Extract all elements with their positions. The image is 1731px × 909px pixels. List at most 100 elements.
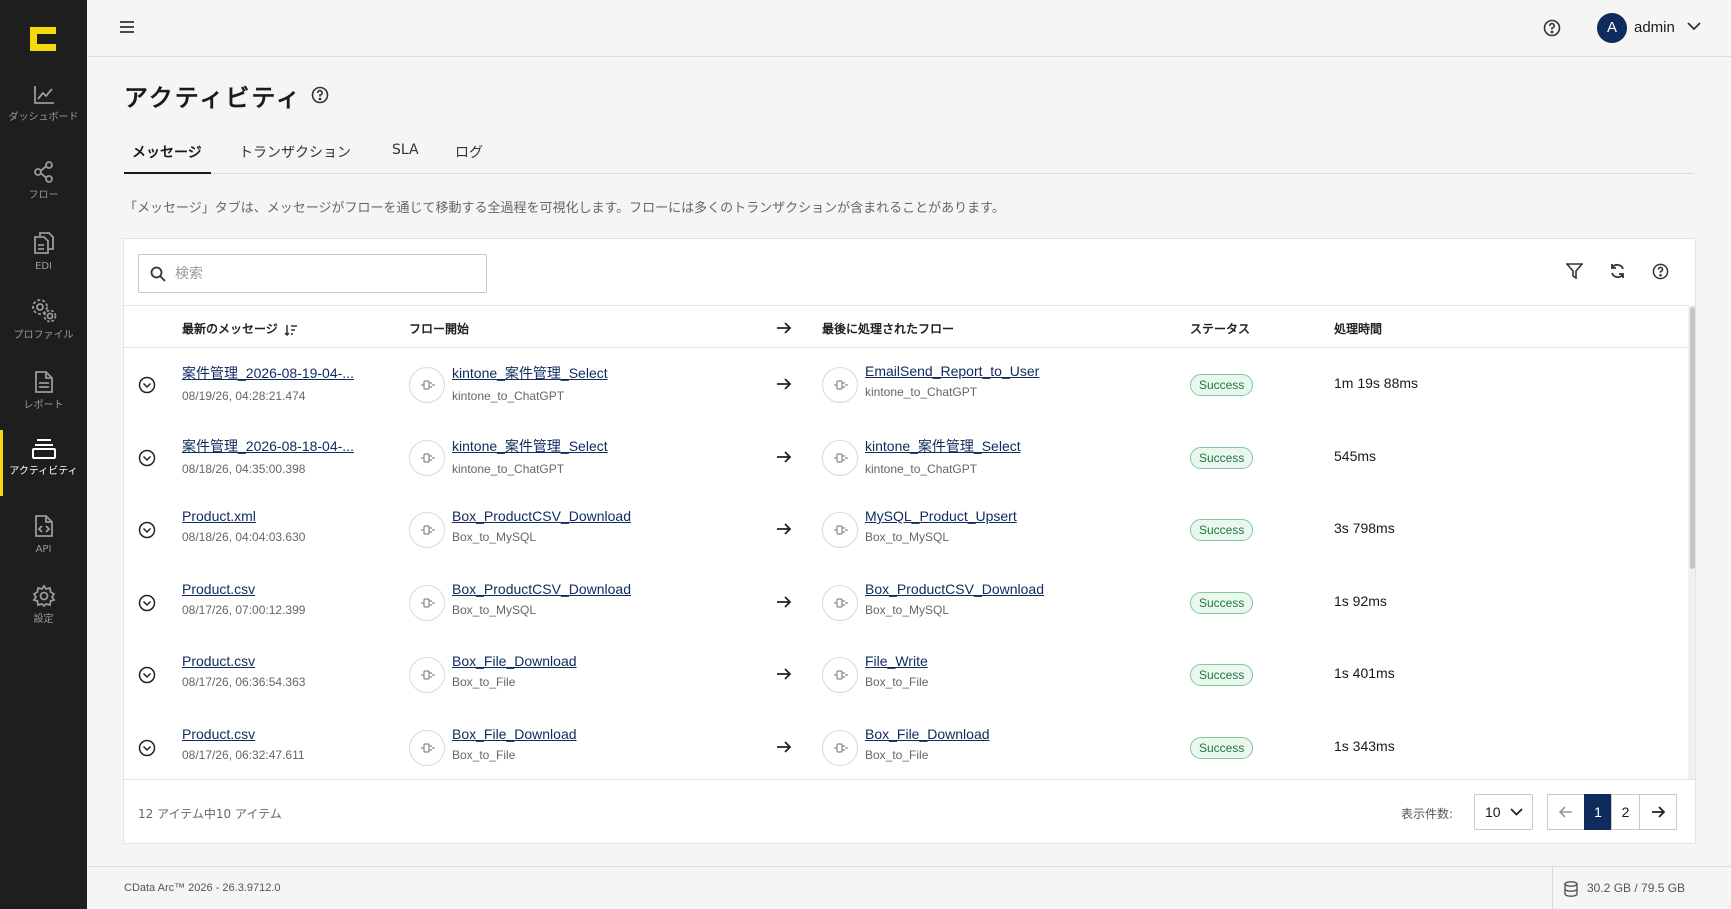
arrow-right-icon — [777, 450, 792, 463]
last-flow-cell: Box_ProductCSV_Download Box_to_MySQL — [865, 581, 1044, 617]
flow-start-link[interactable]: Box_File_Download — [452, 653, 577, 669]
tab-messages[interactable]: メッセージ — [124, 142, 211, 174]
latest-message-cell: 案件管理_2026-08-19-04-... 08/19/26, 04:28:2… — [182, 363, 354, 403]
flow-start-icon — [409, 367, 445, 403]
item-count: 12 アイテム中10 アイテム — [138, 807, 282, 821]
arrow-left-icon — [1558, 806, 1572, 818]
flow-start-link[interactable]: kintone_案件管理_Select — [452, 436, 608, 456]
share-nodes-icon — [33, 161, 53, 183]
last-flow-link[interactable]: kintone_案件管理_Select — [865, 436, 1021, 456]
row-expand-toggle[interactable] — [138, 739, 156, 761]
last-flow-cell: Box_File_Download Box_to_File — [865, 726, 990, 762]
message-link[interactable]: Product.csv — [182, 581, 305, 597]
gear-icon — [32, 584, 55, 608]
message-link[interactable]: Product.csv — [182, 653, 305, 669]
flow-start-link[interactable]: Box_ProductCSV_Download — [452, 508, 631, 524]
tab-sla[interactable]: SLA — [392, 142, 419, 174]
chevron-down-icon[interactable] — [1687, 22, 1701, 31]
search-box[interactable] — [138, 254, 487, 293]
sidebar-item-reports[interactable]: レポート — [0, 370, 87, 411]
last-flow-link[interactable]: MySQL_Product_Upsert — [865, 508, 1017, 524]
sidebar-item-label: アクティビティ — [9, 466, 78, 477]
last-flow-link[interactable]: Box_ProductCSV_Download — [865, 581, 1044, 597]
column-header-status[interactable]: ステータス — [1190, 320, 1250, 337]
last-flow-cell: MySQL_Product_Upsert Box_to_MySQL — [865, 508, 1017, 544]
flow-connector-icon — [834, 380, 848, 390]
last-flow-link[interactable]: EmailSend_Report_to_User — [865, 363, 1039, 379]
flow-start-link[interactable]: Box_ProductCSV_Download — [452, 581, 631, 597]
flow-start-link[interactable]: kintone_案件管理_Select — [452, 363, 608, 383]
expand-circle-icon — [138, 521, 156, 539]
avatar[interactable]: A — [1597, 13, 1627, 43]
row-expand-toggle[interactable] — [138, 449, 156, 471]
sidebar-item-edi[interactable]: EDI — [0, 231, 87, 272]
messages-card: 最新のメッセージ フロー開始 最後に処理されたフロー ステータス 処理時間 案件… — [123, 238, 1696, 844]
flow-start-link[interactable]: Box_File_Download — [452, 726, 577, 742]
row-expand-toggle[interactable] — [138, 594, 156, 616]
row-expand-toggle[interactable] — [138, 666, 156, 688]
table-row[interactable]: Product.csv 08/17/26, 06:36:54.363 Box_F… — [124, 638, 1688, 710]
sidebar-item-settings[interactable]: 設定 — [0, 584, 87, 625]
sidebar-item-label: フロー — [28, 190, 59, 201]
report-icon — [34, 371, 53, 393]
refresh-icon[interactable] — [1609, 263, 1626, 279]
scrollbar-thumb[interactable] — [1690, 307, 1695, 569]
sidebar-item-api[interactable]: API — [0, 514, 87, 555]
table-row[interactable]: Product.xml 08/18/26, 04:04:03.630 Box_P… — [124, 493, 1688, 565]
last-flow-link[interactable]: Box_File_Download — [865, 726, 990, 742]
user-name[interactable]: admin — [1634, 19, 1675, 36]
last-flow-link[interactable]: File_Write — [865, 653, 928, 669]
documents-icon — [33, 232, 54, 254]
hamburger-menu-icon[interactable] — [119, 20, 135, 34]
flow-connector-icon — [834, 452, 848, 463]
help-icon[interactable] — [1543, 19, 1561, 37]
table-row[interactable]: 案件管理_2026-08-18-04-... 08/18/26, 04:35:0… — [124, 421, 1688, 493]
sidebar-item-label: プロファイル — [13, 330, 74, 341]
arrow-right-icon — [1652, 806, 1666, 818]
tab-logs[interactable]: ログ — [455, 142, 483, 174]
page-title: アクティビティ — [124, 84, 302, 112]
message-link[interactable]: Product.xml — [182, 508, 305, 524]
sidebar-item-activity[interactable]: アクティビティ — [0, 430, 87, 496]
column-header-last-flow[interactable]: 最後に処理されたフロー — [822, 320, 954, 337]
sidebar-item-dashboard[interactable]: ダッシュボード — [0, 84, 87, 123]
page-button-1[interactable]: 1 — [1584, 794, 1612, 830]
flow-start-workspace: kintone_to_ChatGPT — [452, 389, 565, 403]
search-input[interactable] — [175, 263, 475, 285]
help-icon[interactable] — [1652, 263, 1669, 280]
row-expand-toggle[interactable] — [138, 521, 156, 543]
tab-description: 「メッセージ」タブは、メッセージがフローを通じて移動する全過程を可視化します。フ… — [124, 201, 1005, 216]
page-button-2[interactable]: 2 — [1611, 794, 1640, 830]
row-expand-toggle[interactable] — [138, 376, 156, 398]
last-flow-workspace: Box_to_File — [865, 675, 929, 689]
sidebar-item-profile[interactable]: プロファイル — [0, 298, 87, 341]
flow-arrow — [776, 739, 792, 758]
flow-start-cell: Box_ProductCSV_Download Box_to_MySQL — [452, 581, 631, 617]
help-icon[interactable] — [311, 86, 329, 104]
flow-connector-icon — [421, 742, 435, 753]
tab-transactions[interactable]: トランザクション — [239, 142, 351, 174]
column-header-flow-start[interactable]: フロー開始 — [409, 320, 469, 337]
sidebar-item-flows[interactable]: フロー — [0, 160, 87, 201]
status-badge: Success — [1190, 519, 1254, 541]
sort-desc-icon[interactable] — [284, 324, 298, 336]
last-flow-icon — [822, 657, 858, 693]
column-header-latest[interactable]: 最新のメッセージ — [182, 320, 298, 337]
filter-icon[interactable] — [1566, 263, 1583, 279]
next-page-button[interactable] — [1639, 794, 1677, 830]
message-link[interactable]: 案件管理_2026-08-19-04-... — [182, 363, 354, 383]
table-scrollbar[interactable] — [1688, 305, 1695, 779]
prev-page-button[interactable] — [1547, 794, 1585, 830]
table-row[interactable]: Product.csv 08/17/26, 06:32:47.611 Box_F… — [124, 711, 1688, 783]
flow-connector-icon — [834, 742, 848, 753]
table-row[interactable]: Product.csv 08/17/26, 07:00:12.399 Box_P… — [124, 566, 1688, 638]
cdata-logo[interactable] — [28, 25, 58, 53]
sidebar: ダッシュボード フロー EDI プロファイル レポート アクティビティ API … — [0, 0, 87, 909]
message-link[interactable]: Product.csv — [182, 726, 305, 742]
page-size-select[interactable]: 10 — [1474, 794, 1533, 830]
table-row[interactable]: 案件管理_2026-08-19-04-... 08/19/26, 04:28:2… — [124, 348, 1688, 420]
status-badge: Success — [1190, 591, 1254, 614]
message-link[interactable]: 案件管理_2026-08-18-04-... — [182, 436, 354, 456]
column-header-duration[interactable]: 処理時間 — [1334, 320, 1382, 337]
flow-start-workspace: kintone_to_ChatGPT — [452, 461, 565, 476]
